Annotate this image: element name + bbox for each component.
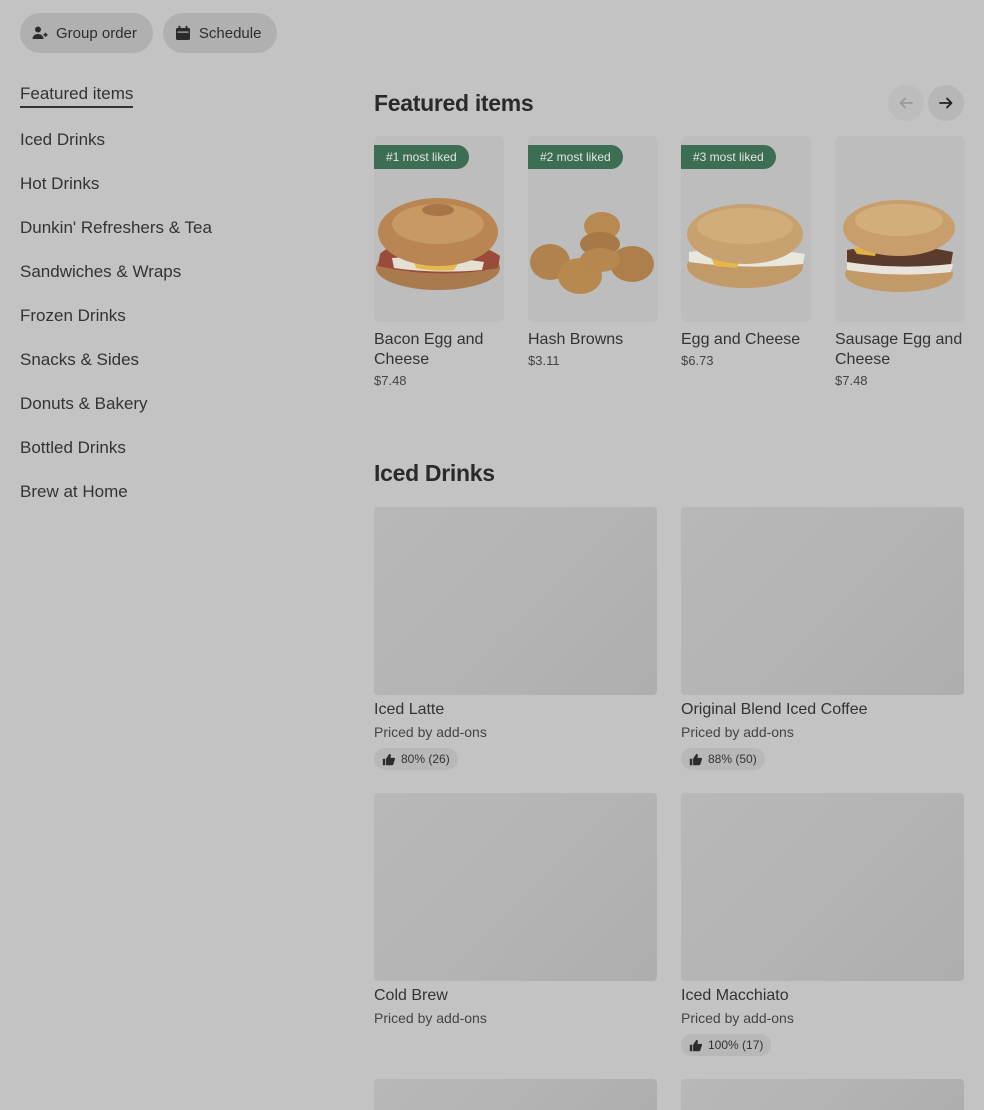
featured-section-title: Featured items — [374, 90, 534, 116]
menu-item-card[interactable]: Cold Brew Priced by add-ons — [374, 793, 657, 1026]
menu-item-image — [374, 507, 657, 695]
order-options: Group order Schedule — [20, 13, 278, 53]
featured-item-image: #3 most liked — [681, 136, 811, 322]
iced-drinks-section-title: Iced Drinks — [374, 460, 495, 486]
menu-item-price-note: Priced by add-ons — [681, 1010, 794, 1026]
featured-item-price: $3.11 — [528, 353, 560, 368]
menu-item-image — [681, 507, 964, 695]
most-liked-badge: #3 most liked — [681, 145, 776, 169]
featured-item-price: $7.48 — [835, 373, 868, 388]
add-person-icon — [32, 26, 48, 39]
menu-item-name: Iced Latte — [374, 701, 445, 718]
carousel-controls — [888, 85, 964, 121]
sidebar-item-iced-drinks[interactable]: Iced Drinks — [20, 118, 340, 162]
sidebar-item-donuts-bakery[interactable]: Donuts & Bakery — [20, 382, 340, 426]
sidebar-item-frozen-drinks[interactable]: Frozen Drinks — [20, 294, 340, 338]
carousel-next-button[interactable] — [928, 85, 964, 121]
featured-carousel: #1 most liked Bacon Egg and Cheese $7.48… — [374, 136, 974, 406]
egg-cheese-sandwich-image — [687, 204, 805, 288]
featured-item-image: #2 most liked — [528, 136, 658, 322]
calendar-icon — [175, 25, 190, 40]
sidebar-item-sandwiches-wraps[interactable]: Sandwiches & Wraps — [20, 250, 340, 294]
menu-item-image — [681, 1079, 964, 1110]
group-order-label: Group order — [56, 24, 137, 42]
menu-item-price-note: Priced by add-ons — [374, 1010, 487, 1026]
featured-item-name: Bacon Egg and Cheese — [374, 331, 484, 368]
featured-item-card[interactable]: Sausage Egg and Cheese $7.48 — [835, 136, 965, 388]
featured-item-name: Sausage Egg and Cheese — [835, 331, 963, 368]
schedule-button[interactable]: Schedule — [162, 13, 278, 53]
rating-text: 100% (17) — [708, 1038, 764, 1052]
featured-item-price: $6.73 — [681, 353, 714, 368]
rating-text: 80% (26) — [401, 752, 450, 766]
thumbs-up-icon — [382, 753, 395, 765]
sidebar-item-brew-at-home[interactable]: Brew at Home — [20, 470, 340, 514]
featured-item-card[interactable]: #2 most liked Hash Browns $3.11 — [528, 136, 658, 368]
menu-item-name: Cold Brew — [374, 987, 448, 1004]
menu-item-image — [681, 793, 964, 981]
menu-item-card[interactable]: Iced Macchiato Priced by add-ons 100% (1… — [681, 793, 964, 1057]
menu-item-card[interactable]: Iced Latte Priced by add-ons 80% (26) — [374, 507, 657, 771]
menu-item-image — [374, 793, 657, 981]
menu-item-name: Original Blend Iced Coffee — [681, 701, 868, 718]
arrow-right-icon — [939, 97, 953, 109]
menu-item-image — [374, 1079, 657, 1110]
group-order-button[interactable]: Group order — [20, 13, 153, 53]
sidebar-item-snacks-sides[interactable]: Snacks & Sides — [20, 338, 340, 382]
menu-item-card[interactable] — [374, 1079, 657, 1110]
menu-item-card[interactable] — [681, 1079, 964, 1110]
sausage-sandwich-image — [843, 200, 955, 292]
featured-item-image — [835, 136, 965, 322]
featured-item-name: Hash Browns — [528, 331, 624, 348]
featured-item-price: $7.48 — [374, 373, 407, 388]
thumbs-up-icon — [689, 753, 702, 765]
menu-item-price-note: Priced by add-ons — [374, 724, 487, 740]
menu-item-card[interactable]: Original Blend Iced Coffee Priced by add… — [681, 507, 964, 771]
schedule-label: Schedule — [198, 24, 262, 42]
menu-item-price-note: Priced by add-ons — [681, 724, 794, 740]
featured-item-card[interactable]: #1 most liked Bacon Egg and Cheese $7.48 — [374, 136, 504, 388]
sidebar-item-bottled-drinks[interactable]: Bottled Drinks — [20, 426, 340, 470]
menu-item-name: Iced Macchiato — [681, 987, 789, 1004]
thumbs-up-icon — [689, 1039, 702, 1051]
rating-badge: 88% (50) — [681, 748, 765, 770]
bagel-sandwich-image — [376, 198, 500, 290]
sidebar-item-featured-items[interactable]: Featured items — [20, 74, 340, 118]
most-liked-badge: #2 most liked — [528, 145, 623, 169]
featured-item-image: #1 most liked — [374, 136, 504, 322]
rating-badge: 100% (17) — [681, 1034, 772, 1056]
category-sidebar: Featured items Iced Drinks Hot Drinks Du… — [20, 74, 340, 514]
featured-item-name: Egg and Cheese — [681, 331, 801, 348]
rating-text: 88% (50) — [708, 752, 757, 766]
rating-badge: 80% (26) — [374, 748, 458, 770]
sidebar-item-refreshers-tea[interactable]: Dunkin' Refreshers & Tea — [20, 206, 340, 250]
carousel-prev-button[interactable] — [888, 85, 924, 121]
arrow-left-icon — [899, 97, 913, 109]
most-liked-badge: #1 most liked — [374, 145, 469, 169]
sidebar-item-hot-drinks[interactable]: Hot Drinks — [20, 162, 340, 206]
hash-browns-image — [530, 212, 654, 294]
featured-item-card[interactable]: #3 most liked Egg and Cheese $6.73 — [681, 136, 811, 368]
